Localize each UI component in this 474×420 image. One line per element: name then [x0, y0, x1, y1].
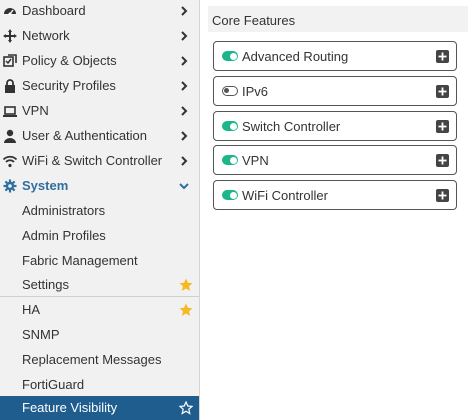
chevron-right-icon: [181, 156, 188, 166]
sidebar-item-security-profiles[interactable]: Security Profiles: [0, 74, 199, 99]
star-icon[interactable]: [179, 303, 193, 317]
toggle-switch[interactable]: [222, 86, 238, 96]
sidebar-item-fortiguard[interactable]: FortiGuard: [0, 373, 199, 398]
toggle-switch[interactable]: [222, 155, 238, 165]
sidebar-item-dashboard[interactable]: Dashboard: [0, 0, 199, 24]
sidebar-item-label: User & Authentication: [22, 128, 148, 143]
sidebar-item-wifi-switch-controller[interactable]: WiFi & Switch Controller: [0, 149, 199, 174]
toggle-switch[interactable]: [222, 190, 238, 200]
sidebar-item-label: SNMP: [22, 327, 60, 342]
sidebar-item-administrators[interactable]: Administrators: [0, 199, 199, 224]
sidebar-item-fabric-management[interactable]: Fabric Management: [0, 249, 199, 274]
sidebar-item-label: Policy & Objects: [22, 53, 117, 68]
feature-label: Switch Controller: [242, 119, 341, 134]
sidebar-item-label: Feature Visibility: [22, 400, 118, 415]
divider: [0, 296, 199, 297]
chevron-right-icon: [181, 6, 188, 16]
sidebar-item-label: Administrators: [22, 203, 106, 218]
sidebar-item-settings[interactable]: Settings: [0, 273, 199, 298]
section-header: Core Features: [208, 6, 468, 32]
dashboard-icon: [3, 4, 17, 18]
chevron-right-icon: [181, 131, 188, 141]
wifi-icon: [3, 154, 17, 168]
plus-square-icon[interactable]: [436, 189, 449, 202]
chevron-right-icon: [181, 106, 188, 116]
plus-square-icon[interactable]: [436, 120, 449, 133]
sidebar-item-label: FortiGuard: [22, 377, 85, 392]
chevron-right-icon: [181, 81, 188, 91]
sidebar-item-snmp[interactable]: SNMP: [0, 323, 199, 348]
feature-wifi-controller: WiFi Controller: [213, 180, 457, 210]
plus-square-icon[interactable]: [436, 85, 449, 98]
policy-icon: [3, 54, 17, 68]
sidebar-item-label: Network: [22, 28, 70, 43]
chevron-right-icon: [181, 56, 188, 66]
feature-label: IPv6: [242, 84, 269, 99]
sidebar-item-vpn[interactable]: VPN: [0, 99, 199, 124]
toggle-switch[interactable]: [222, 121, 238, 131]
gear-icon: [3, 179, 17, 193]
feature-vpn: VPN: [213, 145, 457, 175]
sidebar-item-feature-visibility[interactable]: Feature Visibility: [0, 396, 199, 420]
sidebar-item-label: Dashboard: [22, 3, 86, 18]
feature-label: Advanced Routing: [242, 49, 349, 64]
sidebar-item-label: Settings: [22, 277, 69, 292]
sidebar: Dashboard Network Policy & Objects Secur…: [0, 0, 200, 420]
sidebar-item-user-authentication[interactable]: User & Authentication: [0, 124, 199, 149]
sidebar-item-label: Admin Profiles: [22, 228, 106, 243]
sidebar-item-label: System: [22, 178, 69, 193]
chevron-down-icon: [179, 183, 189, 190]
sidebar-item-ha[interactable]: HA: [0, 298, 199, 323]
feature-switch-controller: Switch Controller: [213, 111, 457, 141]
star-icon[interactable]: [179, 278, 193, 292]
sidebar-item-label: HA: [22, 302, 41, 317]
sidebar-item-policy-objects[interactable]: Policy & Objects: [0, 49, 199, 74]
main-content: Core Features Advanced Routing IPv6 Swit…: [200, 0, 474, 420]
plus-square-icon[interactable]: [436, 50, 449, 63]
feature-advanced-routing: Advanced Routing: [213, 41, 457, 71]
star-outline-icon[interactable]: [179, 401, 193, 415]
sidebar-item-system[interactable]: System: [0, 174, 199, 199]
lock-icon: [3, 79, 17, 93]
feature-label: VPN: [242, 153, 269, 168]
sidebar-item-network[interactable]: Network: [0, 24, 199, 49]
section-title: Core Features: [212, 13, 296, 28]
feature-label: WiFi Controller: [242, 188, 328, 203]
network-icon: [3, 29, 17, 43]
sidebar-item-label: Replacement Messages: [22, 352, 162, 367]
user-icon: [3, 129, 17, 143]
toggle-switch[interactable]: [222, 51, 238, 61]
sidebar-item-label: WiFi & Switch Controller: [22, 153, 163, 168]
sidebar-item-admin-profiles[interactable]: Admin Profiles: [0, 224, 199, 249]
laptop-icon: [3, 104, 17, 118]
feature-ipv6: IPv6: [213, 76, 457, 106]
plus-square-icon[interactable]: [436, 154, 449, 167]
chevron-right-icon: [181, 31, 188, 41]
sidebar-item-label: Fabric Management: [22, 253, 138, 268]
sidebar-item-label: VPN: [22, 103, 49, 118]
sidebar-item-label: Security Profiles: [22, 78, 116, 93]
sidebar-item-replacement-messages[interactable]: Replacement Messages: [0, 348, 199, 373]
